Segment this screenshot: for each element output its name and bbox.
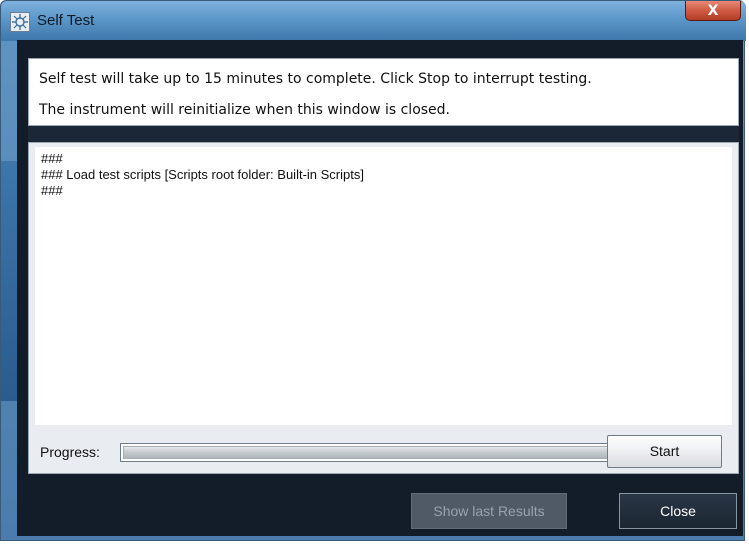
progress-bar [120,443,620,462]
show-last-results-button: Show last Results [411,493,567,529]
close-icon: X [707,3,719,19]
progress-fill [123,446,617,459]
title-bar[interactable]: Self Test X [1,1,746,41]
info-text-duration: Self test will take up to 15 minutes to … [39,71,592,87]
panel-separator [28,126,739,142]
log-line: ### Load test scripts [Scripts root fold… [41,167,364,182]
progress-label: Progress: [40,444,100,460]
test-panel: ### ### Load test scripts [Scripts root … [28,142,739,474]
log-line: ### [41,183,63,198]
close-button[interactable]: Close [619,493,737,529]
info-panel: Self test will take up to 15 minutes to … [28,58,739,126]
log-line: ### [41,151,63,166]
log-output[interactable]: ### ### Load test scripts [Scripts root … [35,147,732,425]
self-test-icon [10,12,30,32]
window-frame-accent [1,161,18,401]
window-title: Self Test [37,12,95,29]
start-button[interactable]: Start [607,435,722,468]
window-close-button[interactable]: X [685,1,741,21]
info-text-reinitialize: The instrument will reinitialize when th… [39,102,451,118]
